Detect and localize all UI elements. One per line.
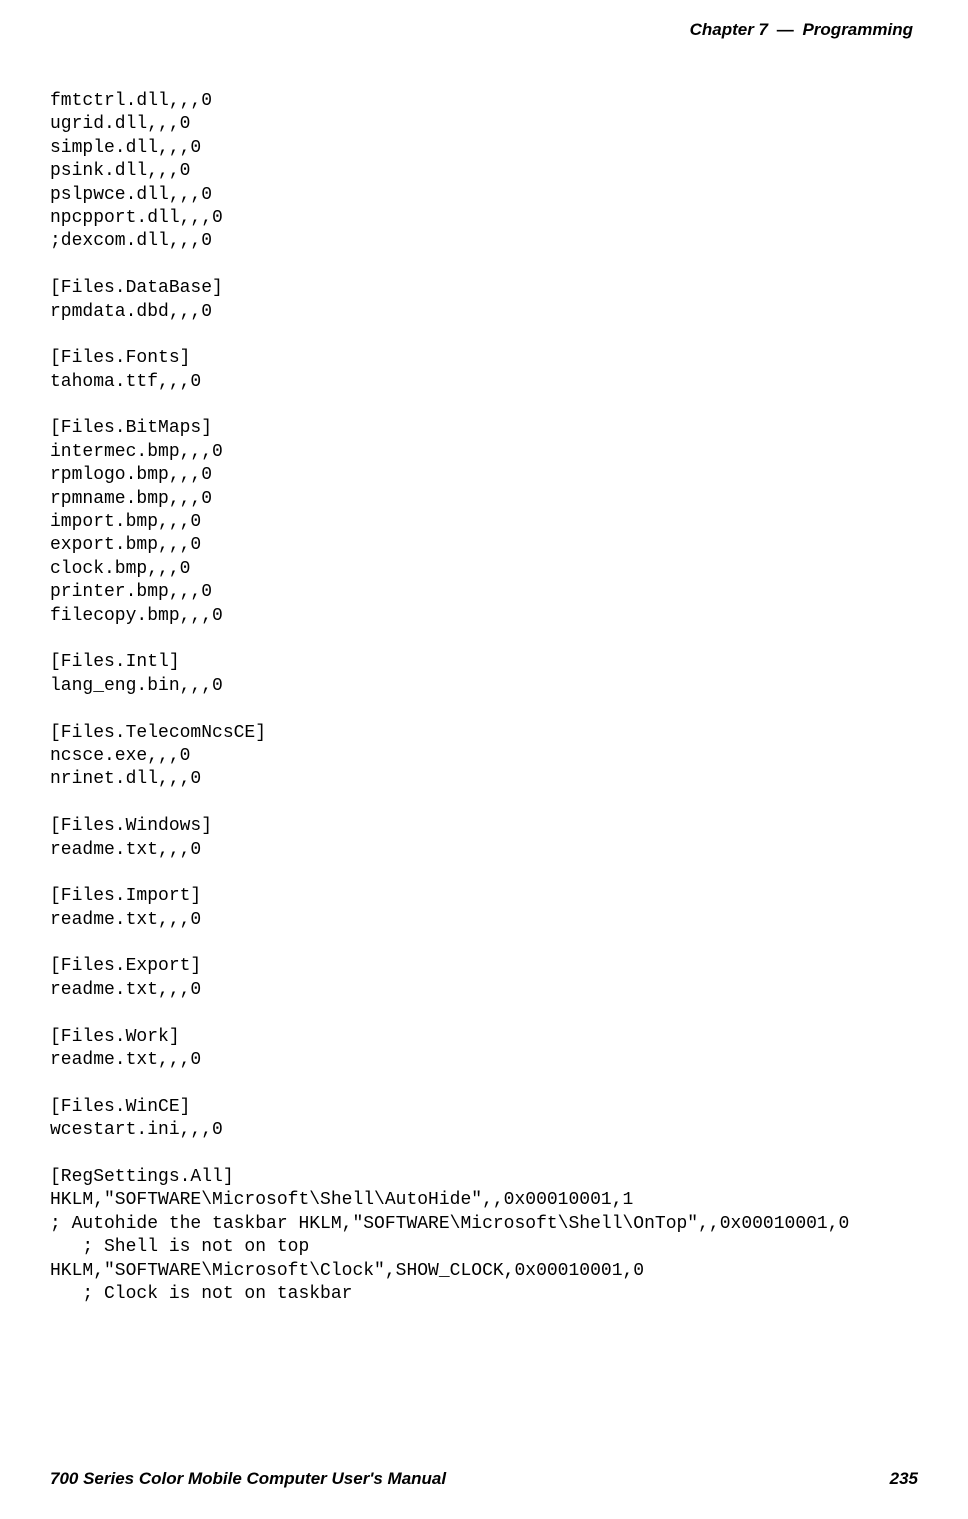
code-line: printer.bmp,,,0: [50, 582, 212, 602]
code-line: rpmname.bmp,,,0: [50, 489, 212, 509]
footer-title: 700 Series Color Mobile Computer User's …: [50, 1469, 446, 1489]
code-line: ncsce.exe,,,0: [50, 746, 190, 766]
code-line: pslpwce.dll,,,0: [50, 185, 212, 205]
code-line: readme.txt,,,0: [50, 910, 201, 930]
code-block: fmtctrl.dll,,,0 ugrid.dll,,,0 simple.dll…: [50, 90, 918, 1306]
code-line: ugrid.dll,,,0: [50, 114, 190, 134]
code-line: tahoma.ttf,,,0: [50, 372, 201, 392]
code-line: intermec.bmp,,,0: [50, 442, 223, 462]
code-line: [Files.TelecomNcsCE]: [50, 723, 266, 743]
code-line: npcpport.dll,,,0: [50, 208, 223, 228]
code-line: [Files.Intl]: [50, 652, 180, 672]
code-line: ; Autohide the taskbar HKLM,"SOFTWARE\Mi…: [50, 1214, 849, 1234]
code-line: ; Shell is not on top: [50, 1237, 309, 1257]
code-line: lang_eng.bin,,,0: [50, 676, 223, 696]
page-footer: 700 Series Color Mobile Computer User's …: [50, 1469, 918, 1489]
code-line: [Files.Fonts]: [50, 348, 190, 368]
code-line: ;dexcom.dll,,,0: [50, 231, 212, 251]
code-line: HKLM,"SOFTWARE\Microsoft\Shell\AutoHide"…: [50, 1190, 633, 1210]
code-line: ; Clock is not on taskbar: [50, 1284, 352, 1304]
code-line: simple.dll,,,0: [50, 138, 201, 158]
code-line: [RegSettings.All]: [50, 1167, 234, 1187]
page-header: Chapter 7 — Programming: [50, 20, 918, 40]
code-line: rpmlogo.bmp,,,0: [50, 465, 212, 485]
code-line: [Files.DataBase]: [50, 278, 223, 298]
code-line: [Files.Windows]: [50, 816, 212, 836]
code-line: [Files.Export]: [50, 956, 201, 976]
code-line: fmtctrl.dll,,,0: [50, 91, 212, 111]
header-separator: —: [772, 20, 798, 39]
section-title: Programming: [802, 20, 913, 39]
code-line: HKLM,"SOFTWARE\Microsoft\Clock",SHOW_CLO…: [50, 1261, 644, 1281]
code-line: readme.txt,,,0: [50, 980, 201, 1000]
code-line: import.bmp,,,0: [50, 512, 201, 532]
page-number: 235: [890, 1469, 918, 1489]
code-line: readme.txt,,,0: [50, 840, 201, 860]
code-line: [Files.WinCE]: [50, 1097, 190, 1117]
code-line: psink.dll,,,0: [50, 161, 190, 181]
code-line: [Files.Work]: [50, 1027, 180, 1047]
code-line: readme.txt,,,0: [50, 1050, 201, 1070]
code-line: rpmdata.dbd,,,0: [50, 302, 212, 322]
code-line: nrinet.dll,,,0: [50, 769, 201, 789]
code-line: filecopy.bmp,,,0: [50, 606, 223, 626]
code-line: export.bmp,,,0: [50, 535, 201, 555]
code-line: wcestart.ini,,,0: [50, 1120, 223, 1140]
code-line: [Files.BitMaps]: [50, 418, 212, 438]
code-line: [Files.Import]: [50, 886, 201, 906]
code-line: clock.bmp,,,0: [50, 559, 190, 579]
chapter-label: Chapter 7: [690, 20, 768, 39]
